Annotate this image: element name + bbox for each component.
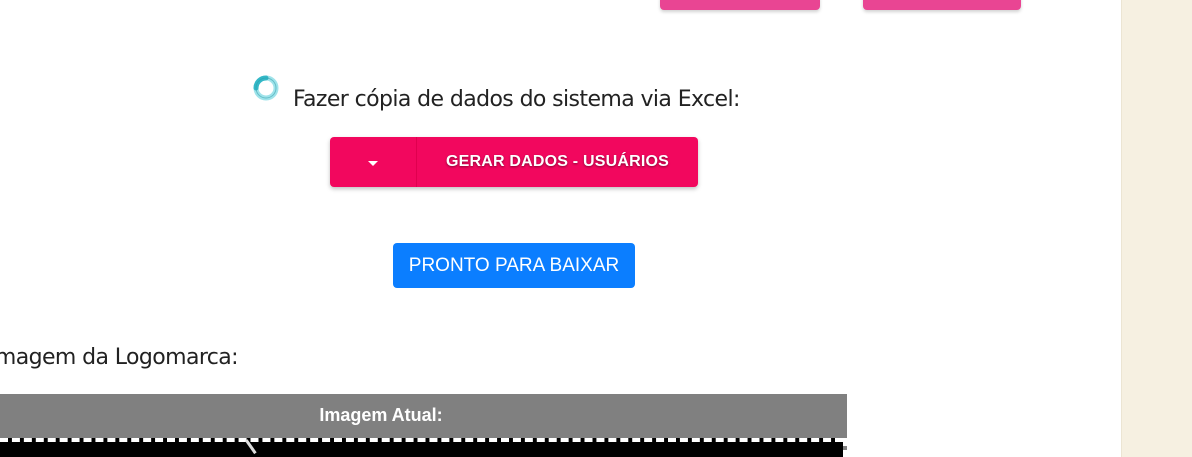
- top-action-button-2[interactable]: [863, 0, 1021, 10]
- right-side-panel: [1121, 0, 1192, 457]
- top-action-button-1[interactable]: [660, 0, 820, 10]
- dropdown-toggle[interactable]: [330, 137, 417, 187]
- current-image-label: Imagem Atual:: [319, 405, 443, 425]
- image-frame-border: [839, 438, 847, 457]
- logo-image-preview: [0, 438, 843, 457]
- current-image-panel: Imagem Atual:: [0, 394, 847, 457]
- loading-spinner-icon: [253, 75, 279, 101]
- caret-down-icon: [368, 160, 378, 166]
- export-heading: Fazer cópia de dados do sistema via Exce…: [293, 87, 740, 112]
- logo-heading: Imagem da Logomarca:: [0, 345, 239, 370]
- generate-data-button[interactable]: GERAR DADOS - USUÁRIOS: [417, 137, 698, 187]
- ready-to-download-button[interactable]: PRONTO PARA BAIXAR: [393, 243, 635, 288]
- generate-data-split-button[interactable]: GERAR DADOS - USUÁRIOS: [330, 137, 698, 187]
